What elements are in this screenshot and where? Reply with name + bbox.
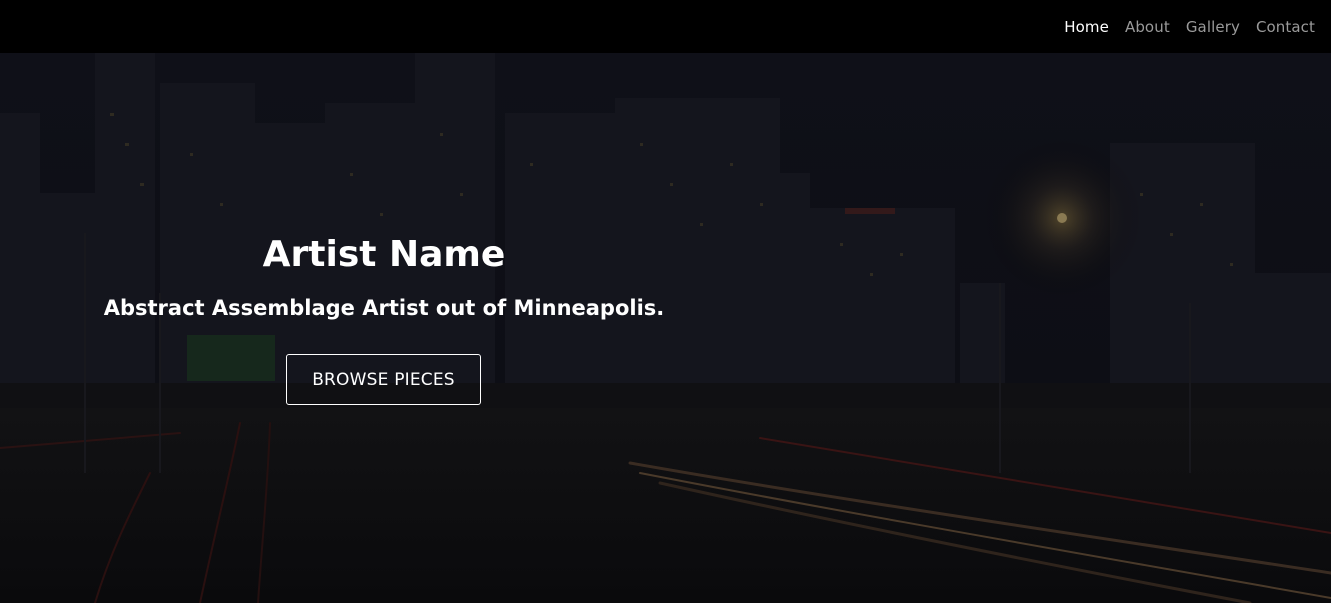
nav-link-home[interactable]: Home: [1064, 18, 1109, 36]
top-navbar: Home About Gallery Contact: [0, 0, 1331, 53]
hero-subtitle: Abstract Assemblage Artist out of Minnea…: [103, 296, 665, 320]
browse-pieces-button[interactable]: BROWSE PIECES: [286, 354, 481, 405]
nav-link-gallery[interactable]: Gallery: [1186, 18, 1240, 36]
nav-link-contact[interactable]: Contact: [1256, 18, 1315, 36]
hero-section: Artist Name Abstract Assemblage Artist o…: [0, 53, 1331, 603]
hero-content: Artist Name Abstract Assemblage Artist o…: [0, 53, 768, 603]
hero-title: Artist Name: [262, 234, 506, 275]
nav-link-about[interactable]: About: [1125, 18, 1170, 36]
nav-links: Home About Gallery Contact: [1048, 0, 1315, 53]
